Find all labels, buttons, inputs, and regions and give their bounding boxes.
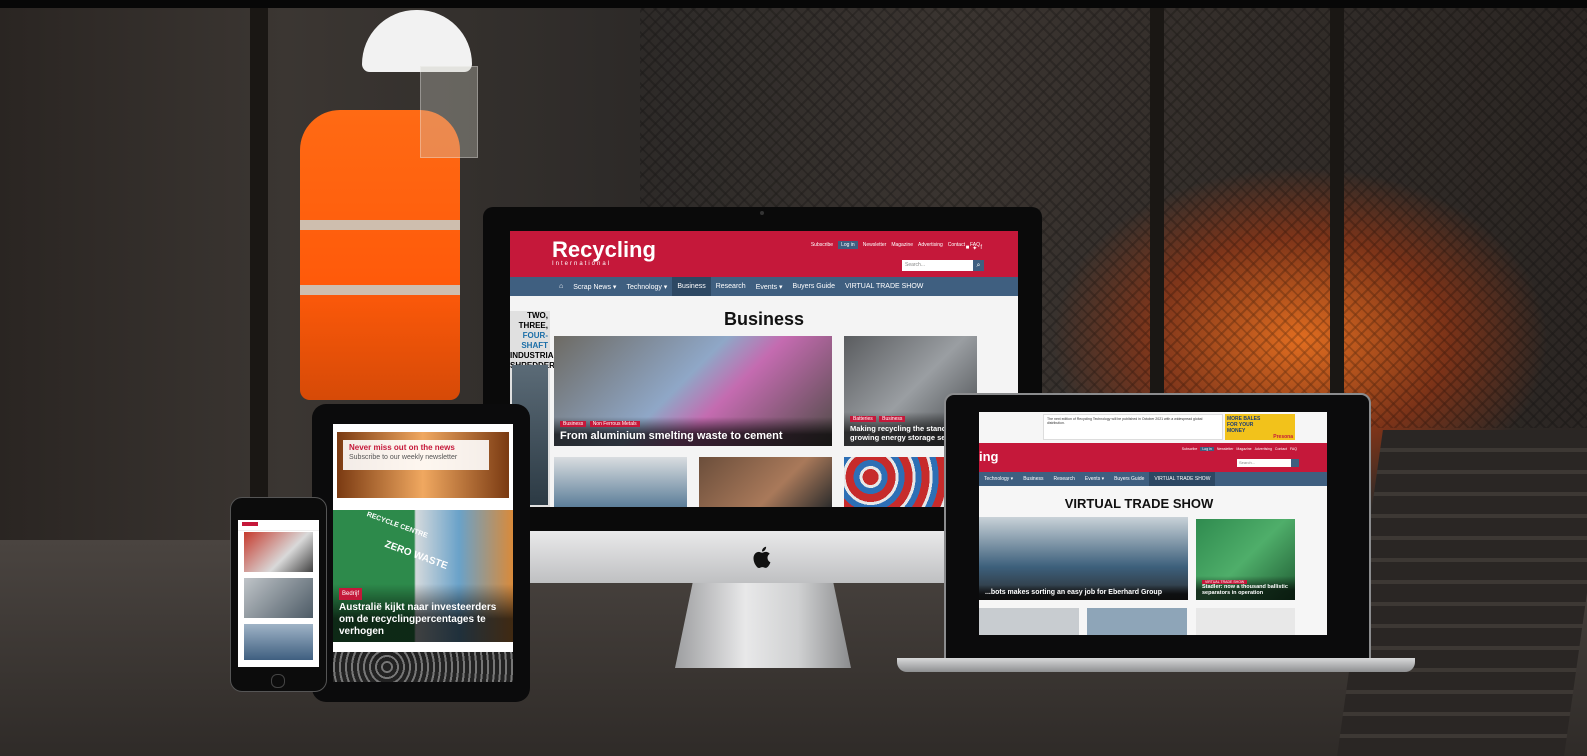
- contact-link[interactable]: Contact: [948, 242, 965, 248]
- rolling-rail: [1337, 430, 1587, 756]
- twitter-icon[interactable]: ✦: [972, 245, 977, 252]
- page-title: Business: [723, 309, 805, 329]
- article-card[interactable]: ...bots makes sorting an easy job for Eb…: [979, 517, 1188, 600]
- steel-pillar: [1330, 8, 1344, 428]
- article-title[interactable]: Stadler: now a thousand ballistic separa…: [1202, 584, 1289, 596]
- camera-dot: [760, 211, 764, 215]
- contact-link[interactable]: Contact: [1275, 447, 1287, 451]
- tag-business[interactable]: Business: [879, 416, 906, 422]
- phone-screen: [238, 520, 319, 667]
- newsletter-banner[interactable]: Never miss out on the news Subscribe to …: [337, 432, 509, 498]
- phone-header: [238, 522, 319, 531]
- steel-worker: [300, 10, 478, 400]
- main-nav: ⌂ Scrap News ▾ Technology ▾ Business Res…: [510, 277, 1018, 296]
- subscribe-link[interactable]: Subscribe: [811, 242, 833, 248]
- home-icon[interactable]: ⌂: [554, 283, 568, 290]
- nav-virtual-trade-show[interactable]: VIRTUAL TRADE SHOW: [840, 283, 928, 290]
- presona-ad[interactable]: MORE BALES FOR YOUR MONEY Presona: [1225, 414, 1295, 440]
- tablet-screen: Never miss out on the news Subscribe to …: [333, 424, 513, 682]
- advertising-link[interactable]: Advertising: [918, 242, 943, 248]
- nav-research[interactable]: Research: [711, 283, 751, 290]
- nav-events[interactable]: Events ▾: [1080, 476, 1109, 482]
- tag-bedrijf[interactable]: Bedrijf: [339, 588, 363, 600]
- featured-article-card[interactable]: RECYCLE CENTRE ZERO WASTE Bedrijf Austra…: [333, 510, 513, 642]
- imac-screen: Recycling International Subscribe Log in…: [510, 231, 1018, 507]
- featured-article-card[interactable]: Business Non Ferrous Metals From alumini…: [554, 336, 832, 446]
- page-title: VIRTUAL TRADE SHOW: [1064, 496, 1214, 511]
- article-card[interactable]: [1087, 608, 1187, 635]
- article-card[interactable]: [1196, 608, 1295, 635]
- nav-business[interactable]: Business: [672, 277, 711, 296]
- featured-article-title[interactable]: Australië kijkt naar investeerders om de…: [339, 602, 507, 638]
- laptop-base: [897, 658, 1415, 672]
- top-black-bar: [0, 0, 1587, 8]
- newsletter-link[interactable]: Newsletter: [863, 242, 887, 248]
- tablet-body: Never miss out on the news Subscribe to …: [312, 404, 530, 702]
- tag-batteries[interactable]: Batteries: [850, 416, 876, 422]
- imac-stand: [675, 583, 851, 668]
- login-button[interactable]: Log in: [1200, 447, 1214, 451]
- steel-pillar: [250, 8, 268, 528]
- nav-buyers-guide[interactable]: Buyers Guide: [1109, 476, 1149, 482]
- search-input[interactable]: Search...: [902, 260, 974, 271]
- apple-logo-icon: [753, 546, 771, 568]
- article-card[interactable]: VIRTUAL TRADE SHOW Stadler: now a thousa…: [1196, 519, 1295, 600]
- article-card[interactable]: [554, 457, 687, 507]
- site-logo[interactable]: ing: [979, 449, 999, 464]
- nav-scrap-news[interactable]: Scrap News ▾: [568, 283, 621, 291]
- site-header: ing Subscribe Log in Newsletter Magazine…: [979, 443, 1327, 472]
- tag-business[interactable]: Business: [560, 421, 587, 427]
- nav-business[interactable]: Business: [1018, 476, 1048, 482]
- nav-buyers-guide[interactable]: Buyers Guide: [788, 283, 840, 290]
- main-nav: Technology ▾ Business Research Events ▾ …: [979, 472, 1327, 486]
- nav-events[interactable]: Events ▾: [751, 283, 788, 291]
- magazine-link[interactable]: Magazine: [1236, 447, 1251, 451]
- social-icons: ■ ✦ f: [966, 245, 982, 252]
- search-icon[interactable]: ⌕: [973, 260, 984, 271]
- tag-non-ferrous[interactable]: Non Ferrous Metals: [589, 421, 640, 427]
- newsletter-title: Never miss out on the news: [349, 443, 455, 452]
- steel-pillar: [1150, 8, 1164, 428]
- nav-technology[interactable]: Technology ▾: [979, 476, 1018, 482]
- laptop-screen: The next edition of Recycling Technology…: [979, 412, 1327, 635]
- article-card[interactable]: [699, 457, 832, 507]
- linkedin-icon[interactable]: ■: [966, 245, 970, 252]
- article-card[interactable]: [979, 608, 1079, 635]
- phone-body: [230, 497, 327, 692]
- advertising-link[interactable]: Advertising: [1255, 447, 1272, 451]
- newsletter-link[interactable]: Newsletter: [1217, 447, 1234, 451]
- article-card[interactable]: [244, 578, 313, 618]
- site-header: Recycling International Subscribe Log in…: [510, 231, 1018, 277]
- newsletter-subtitle: Subscribe to our weekly newsletter: [349, 454, 458, 461]
- site-logo[interactable]: Recycling International: [552, 239, 656, 268]
- search-icon[interactable]: [1291, 459, 1299, 467]
- article-title[interactable]: ...bots makes sorting an easy job for Eb…: [979, 585, 1188, 600]
- article-card[interactable]: [244, 624, 313, 660]
- ad-banner[interactable]: The next edition of Recycling Technology…: [1043, 414, 1223, 440]
- nav-virtual-trade-show[interactable]: VIRTUAL TRADE SHOW: [1149, 472, 1216, 486]
- article-card[interactable]: [244, 532, 313, 572]
- article-card[interactable]: [333, 652, 513, 682]
- subscribe-link[interactable]: Subscribe: [1182, 447, 1198, 451]
- laptop-lid: The next edition of Recycling Technology…: [944, 393, 1371, 664]
- login-button[interactable]: Log in: [838, 241, 858, 249]
- facebook-icon[interactable]: f: [980, 245, 982, 252]
- site-logo[interactable]: [242, 522, 258, 526]
- top-links: Subscribe Log in Newsletter Magazine Adv…: [1182, 447, 1297, 451]
- faq-link[interactable]: FAQ: [1290, 447, 1297, 451]
- featured-article-caption: Business Non Ferrous Metals From alumini…: [554, 417, 832, 446]
- search-input[interactable]: Search...: [1237, 459, 1291, 467]
- top-links: Subscribe Log in Newsletter Magazine Adv…: [811, 241, 980, 249]
- nav-technology[interactable]: Technology ▾: [621, 283, 672, 291]
- featured-article-title[interactable]: From aluminium smelting waste to cement: [560, 430, 826, 442]
- magazine-link[interactable]: Magazine: [891, 242, 913, 248]
- nav-research[interactable]: Research: [1049, 476, 1080, 482]
- phone-home-button[interactable]: [271, 674, 285, 688]
